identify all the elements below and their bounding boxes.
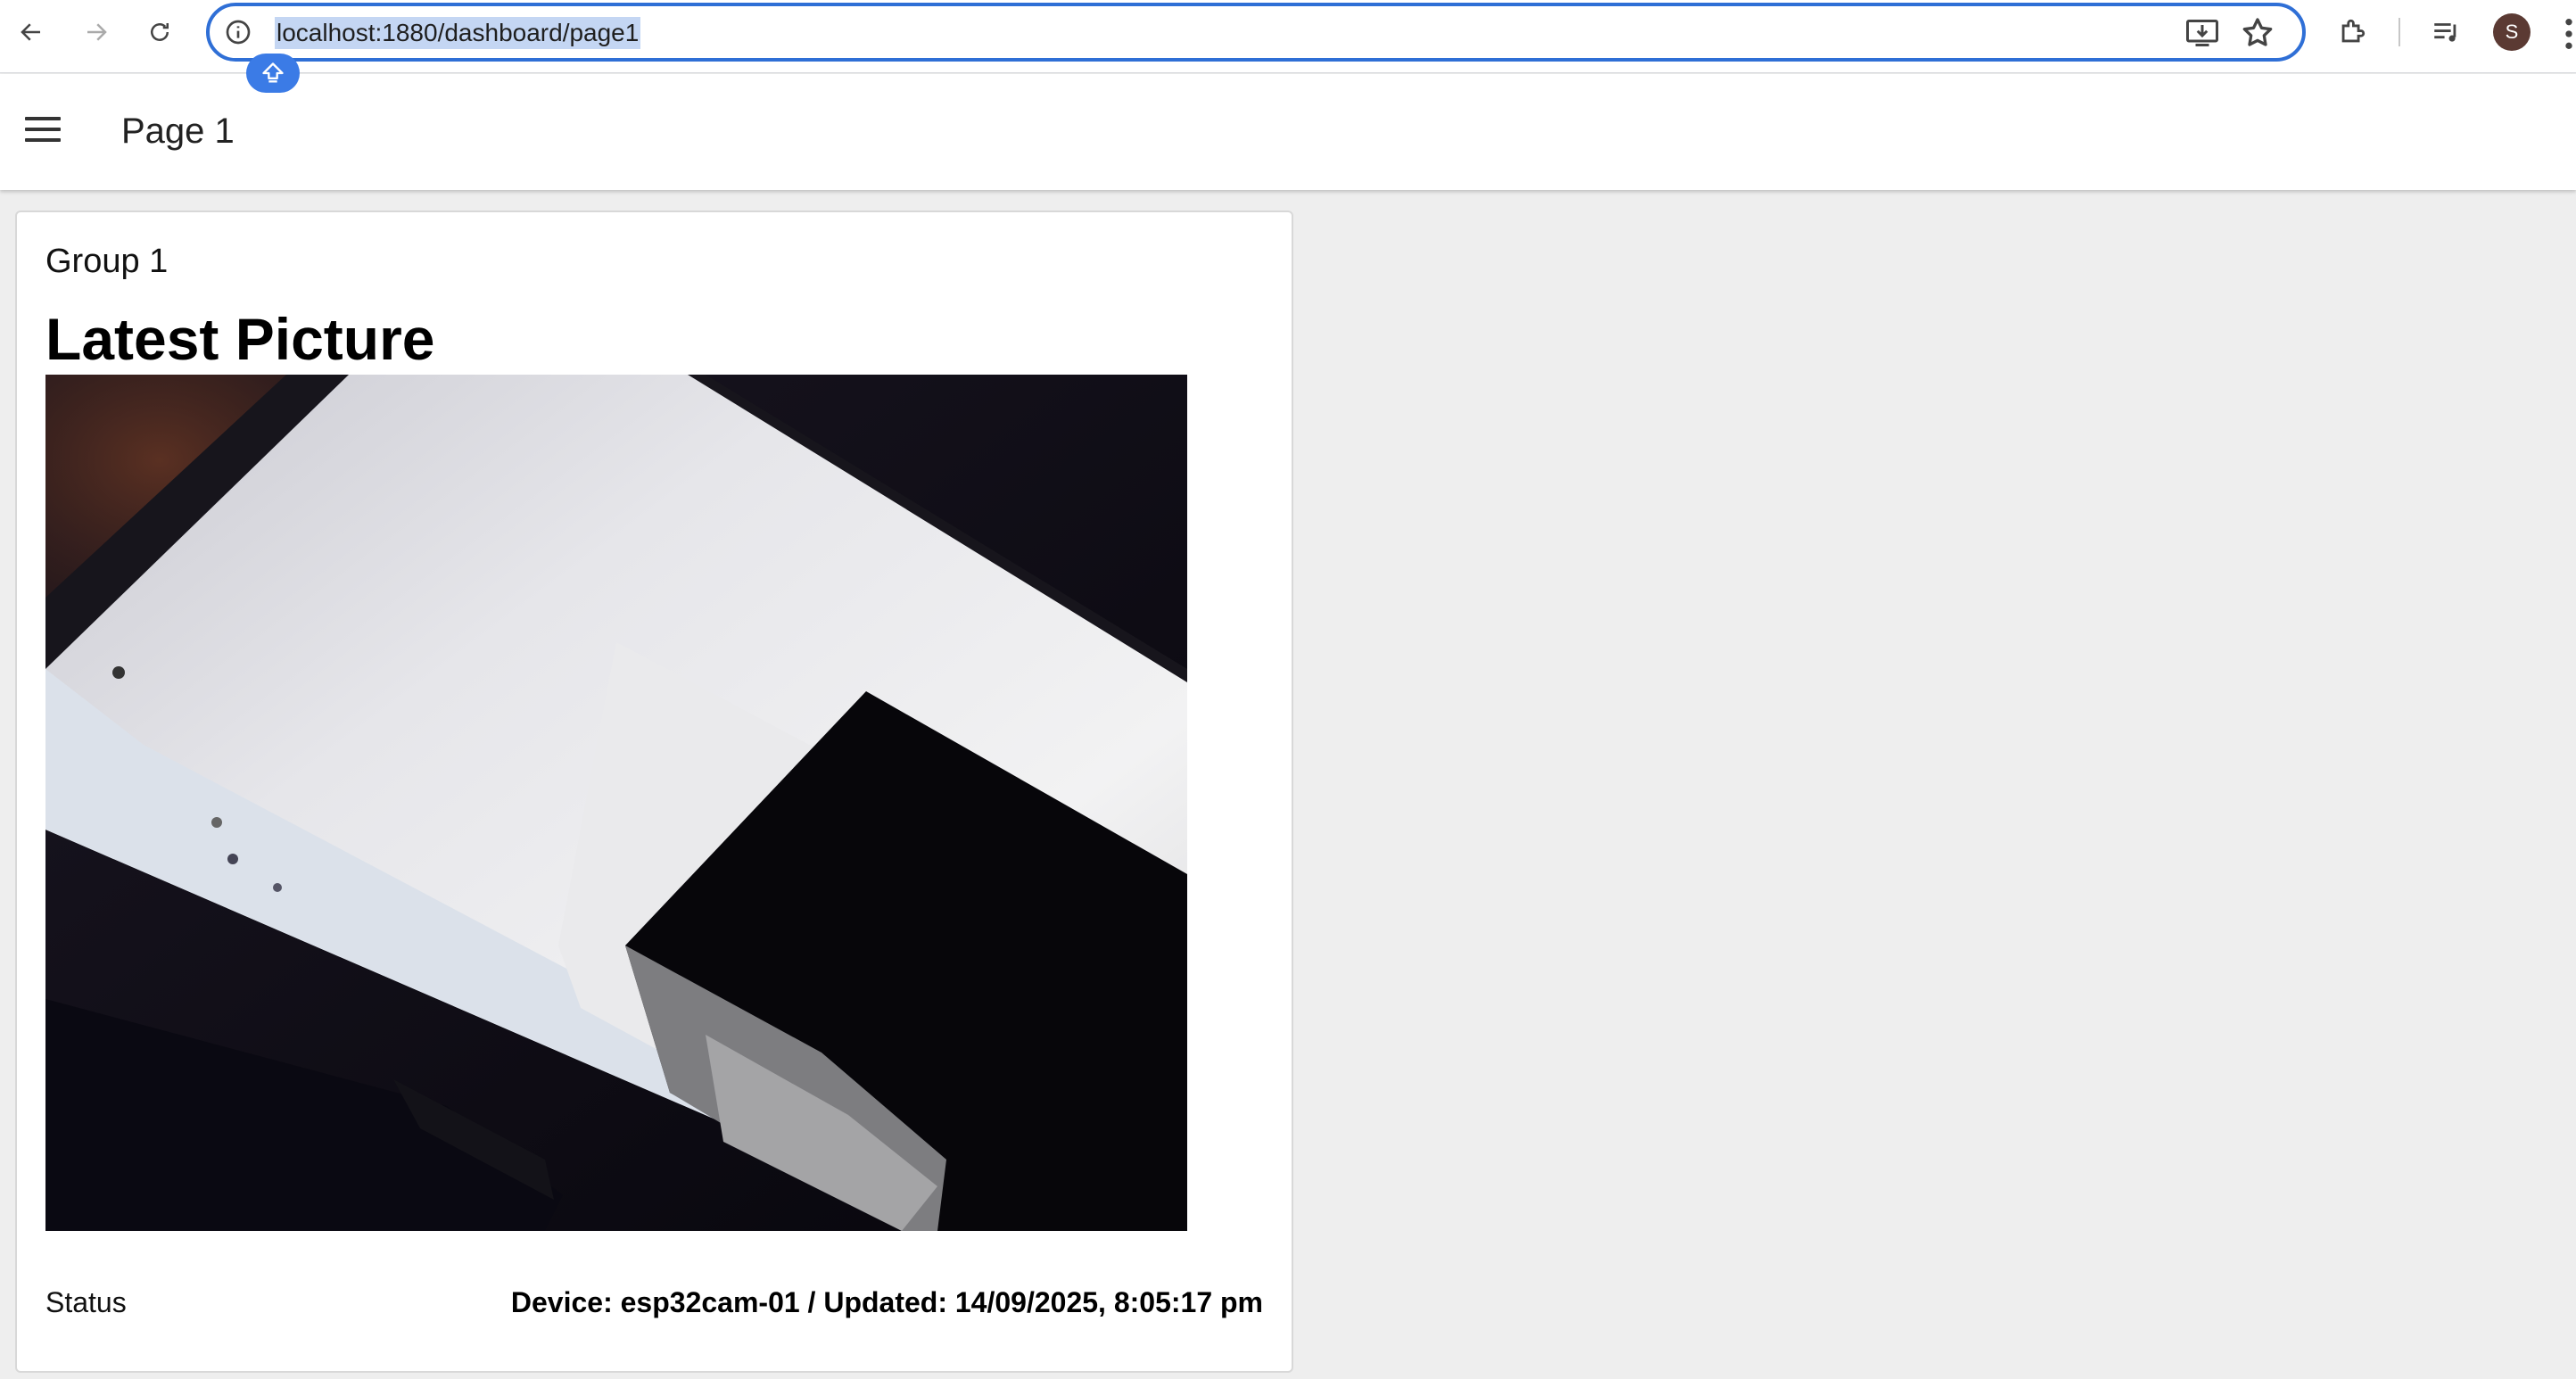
media-queue-icon <box>2434 23 2456 42</box>
bookmark-star-icon[interactable] <box>2240 15 2275 51</box>
site-info-icon[interactable] <box>224 18 252 46</box>
latest-picture-heading: Latest Picture <box>45 306 435 372</box>
shift-arrow-icon <box>262 62 284 83</box>
status-label: Status <box>45 1286 127 1318</box>
media-controls-button[interactable] <box>2428 14 2464 50</box>
caps-lock-indicator <box>246 54 300 93</box>
dashboard-header: Page 1 <box>0 74 2576 190</box>
page-title: Page 1 <box>121 111 235 151</box>
back-button[interactable] <box>12 13 50 51</box>
forward-button[interactable] <box>78 13 115 51</box>
reload-button[interactable] <box>141 13 178 51</box>
hamburger-icon[interactable] <box>25 117 61 145</box>
url-text[interactable]: localhost:1880/dashboard/page1 <box>275 17 641 49</box>
browser-menu-icon[interactable] <box>2562 16 2576 52</box>
forward-arrow-icon <box>87 23 107 41</box>
profile-avatar[interactable]: S <box>2493 13 2531 51</box>
status-value: Device: esp32cam-01 / Updated: 14/09/202… <box>510 1286 1263 1318</box>
group-card: Group 1 Latest Picture Status Device: es… <box>15 211 1293 1373</box>
browser-toolbar: localhost:1880/dashboard/page1 S <box>0 0 2576 73</box>
address-bar[interactable]: localhost:1880/dashboard/page1 <box>206 3 2306 62</box>
camera-photo-image <box>45 375 1187 1231</box>
reload-icon <box>151 23 169 41</box>
back-arrow-icon <box>21 23 40 41</box>
install-app-icon[interactable] <box>2184 17 2220 49</box>
extensions-button[interactable] <box>2334 14 2370 50</box>
group-title: Group 1 <box>45 243 169 280</box>
puzzle-icon <box>2341 19 2365 43</box>
toolbar-divider <box>2398 18 2400 46</box>
camera-photo-drawing <box>45 375 1187 1231</box>
